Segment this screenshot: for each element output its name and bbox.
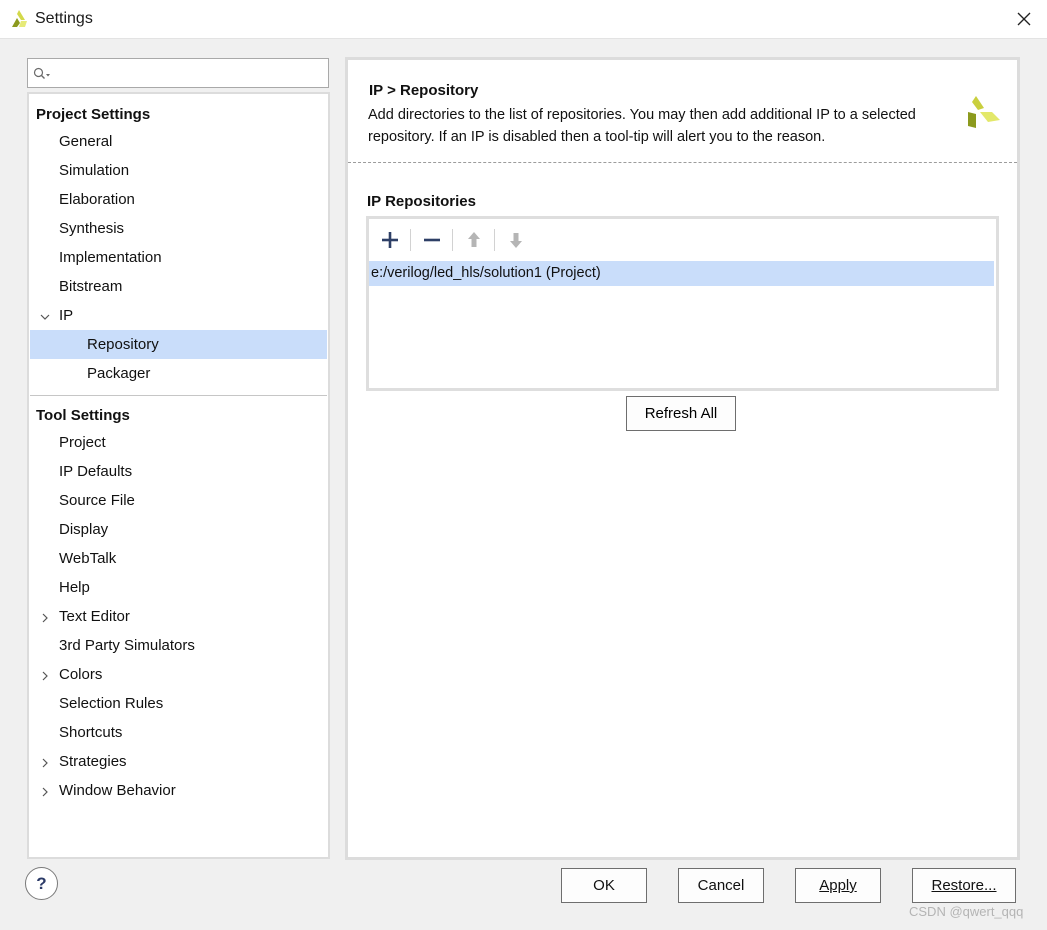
vivado-logo-icon bbox=[968, 96, 1000, 128]
restore-button-label: Restore... bbox=[931, 877, 997, 894]
nav-item-packager[interactable]: Packager bbox=[87, 363, 150, 385]
nav-item-shortcuts[interactable]: Shortcuts bbox=[59, 722, 122, 744]
nav-item-selection-rules[interactable]: Selection Rules bbox=[59, 693, 163, 715]
remove-icon[interactable] bbox=[419, 227, 445, 253]
nav-item-implementation[interactable]: Implementation bbox=[59, 247, 162, 269]
nav-item-ip[interactable]: IP bbox=[59, 305, 73, 327]
nav-item-webtalk[interactable]: WebTalk bbox=[59, 548, 116, 570]
title-bar: Settings bbox=[0, 0, 1047, 39]
move-up-icon[interactable] bbox=[461, 227, 487, 253]
nav-item-window-behavior[interactable]: Window Behavior bbox=[59, 780, 176, 802]
nav-item-general[interactable]: General bbox=[59, 131, 112, 153]
nav-item-colors[interactable]: Colors bbox=[59, 664, 102, 686]
nav-item-display[interactable]: Display bbox=[59, 519, 108, 541]
nav-item-3rd-party-simulators[interactable]: 3rd Party Simulators bbox=[59, 635, 195, 657]
window-title: Settings bbox=[35, 10, 93, 27]
apply-button[interactable]: Apply bbox=[795, 868, 881, 903]
nav-item-simulation[interactable]: Simulation bbox=[59, 160, 129, 182]
section-title: IP Repositories bbox=[367, 193, 476, 210]
toolbar-separator bbox=[452, 229, 453, 251]
page-description: Add directories to the list of repositor… bbox=[368, 107, 916, 145]
nav-item-ip-defaults[interactable]: IP Defaults bbox=[59, 461, 132, 483]
nav-item-elaboration[interactable]: Elaboration bbox=[59, 189, 135, 211]
toolbar-separator bbox=[494, 229, 495, 251]
nav-item-project[interactable]: Project bbox=[59, 432, 106, 454]
nav-item-strategies[interactable]: Strategies bbox=[59, 751, 127, 773]
chevron-right-icon[interactable] bbox=[39, 612, 51, 624]
settings-search[interactable] bbox=[27, 58, 329, 88]
nav-item-help[interactable]: Help bbox=[59, 577, 90, 599]
nav-item-bitstream[interactable]: Bitstream bbox=[59, 276, 122, 298]
ok-button[interactable]: OK bbox=[561, 868, 647, 903]
page-title: IP > Repository bbox=[369, 82, 479, 99]
repo-toolbar bbox=[369, 219, 996, 259]
header-divider bbox=[348, 162, 1017, 163]
move-down-icon[interactable] bbox=[503, 227, 529, 253]
chevron-right-icon[interactable] bbox=[39, 670, 51, 682]
settings-content-panel: IP > Repository Add directories to the l… bbox=[345, 57, 1020, 860]
apply-button-label: Apply bbox=[819, 877, 857, 894]
nav-group-tool-settings: Tool Settings bbox=[36, 407, 130, 424]
chevron-right-icon[interactable] bbox=[39, 757, 51, 769]
chevron-down-icon[interactable] bbox=[39, 311, 51, 323]
nav-item-synthesis[interactable]: Synthesis bbox=[59, 218, 124, 240]
add-icon[interactable] bbox=[377, 227, 403, 253]
app-logo-icon bbox=[12, 10, 27, 27]
chevron-right-icon[interactable] bbox=[39, 786, 51, 798]
cancel-button[interactable]: Cancel bbox=[678, 868, 764, 903]
nav-item-repository[interactable]: Repository bbox=[87, 334, 159, 356]
refresh-all-button[interactable]: Refresh All bbox=[626, 396, 736, 431]
close-icon[interactable] bbox=[1014, 9, 1034, 29]
watermark: CSDN @qwert_qqq bbox=[909, 904, 1024, 919]
toolbar-separator bbox=[410, 229, 411, 251]
ip-repositories-box: e:/verilog/led_hls/solution1 (Project) bbox=[366, 216, 999, 391]
search-icon bbox=[33, 67, 50, 79]
restore-button[interactable]: Restore... bbox=[912, 868, 1016, 903]
help-button[interactable]: ? bbox=[25, 867, 58, 900]
nav-item-text-editor[interactable]: Text Editor bbox=[59, 606, 130, 628]
nav-selection-highlight bbox=[30, 330, 327, 359]
nav-group-project-settings: Project Settings bbox=[36, 106, 151, 123]
settings-nav-tree: Project Settings General Simulation Elab… bbox=[27, 92, 330, 859]
nav-separator bbox=[30, 395, 327, 396]
nav-item-source-file[interactable]: Source File bbox=[59, 490, 135, 512]
repository-row[interactable]: e:/verilog/led_hls/solution1 (Project) bbox=[369, 261, 994, 286]
search-input[interactable] bbox=[54, 62, 328, 86]
